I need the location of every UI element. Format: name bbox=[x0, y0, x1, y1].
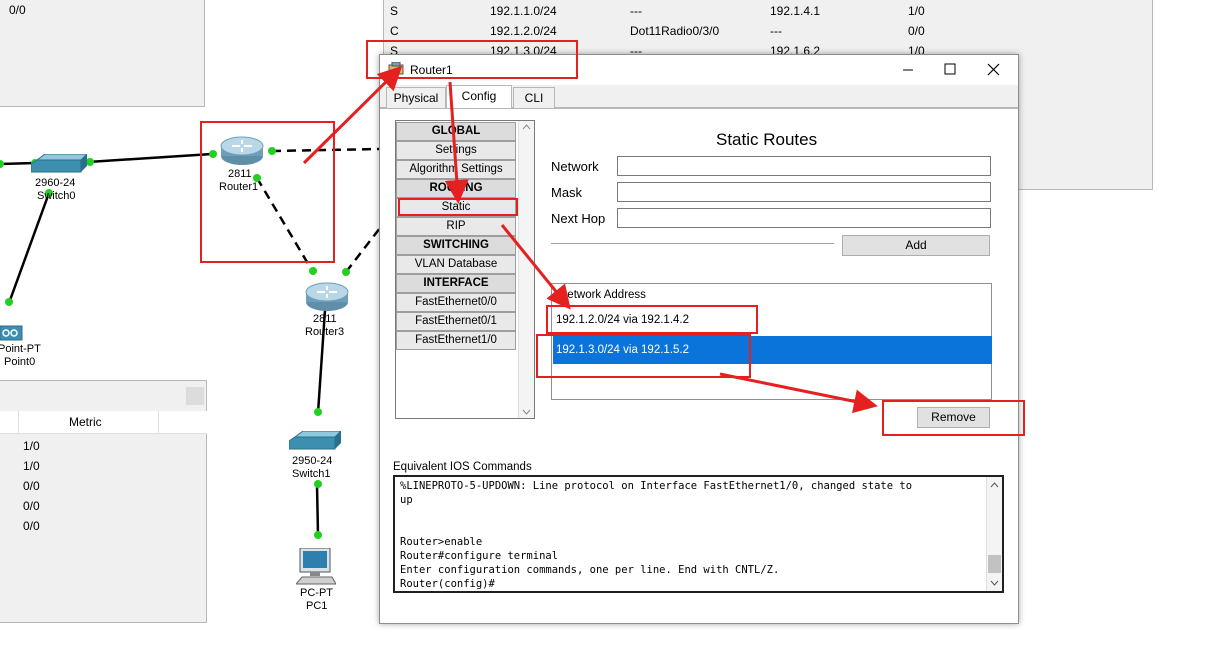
arrow-icon bbox=[500, 224, 571, 310]
annotation-arrows bbox=[302, 65, 878, 414]
arrow-icon bbox=[302, 65, 403, 165]
arrow-icon bbox=[444, 81, 469, 204]
arrow-icon bbox=[719, 372, 878, 414]
